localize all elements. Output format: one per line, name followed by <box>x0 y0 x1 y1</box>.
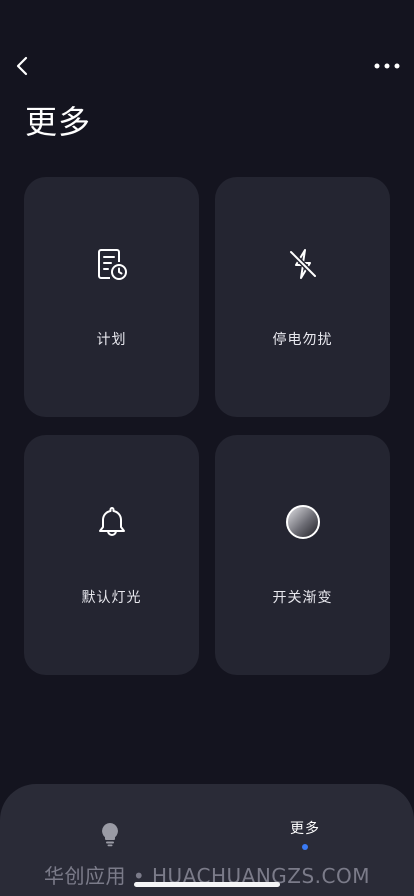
card-label-default-light: 默认灯光 <box>81 590 142 606</box>
card-label-switch-fade: 开关渐变 <box>272 590 333 606</box>
power-off-bolt-slash-icon <box>284 245 322 283</box>
active-tab-indicator <box>302 844 308 850</box>
tab-more[interactable]: 更多 <box>270 818 340 858</box>
schedule-document-clock-icon <box>93 245 131 283</box>
card-schedule[interactable]: 计划 <box>24 177 199 417</box>
page-title: 更多 <box>25 103 92 141</box>
back-button[interactable] <box>8 48 36 84</box>
gradient-circle-icon <box>284 503 322 541</box>
chevron-left-icon <box>16 56 28 76</box>
ellipsis-icon <box>374 63 400 69</box>
card-switch-fade[interactable]: 开关渐变 <box>215 435 390 675</box>
card-default-light[interactable]: 默认灯光 <box>24 435 199 675</box>
bell-icon <box>93 503 131 541</box>
top-bar <box>0 48 414 84</box>
card-label-power-outage-dnd: 停电勿扰 <box>272 332 333 348</box>
bulb-icon <box>102 823 118 847</box>
home-indicator <box>134 882 280 887</box>
tab-more-label: 更多 <box>290 821 320 837</box>
more-options-button[interactable] <box>372 48 402 84</box>
card-label-schedule: 计划 <box>96 332 127 348</box>
feature-grid: 计划 停电勿扰 默认灯光 开关渐变 <box>24 177 390 675</box>
card-power-outage-dnd[interactable]: 停电勿扰 <box>215 177 390 417</box>
tab-light[interactable] <box>90 814 130 854</box>
